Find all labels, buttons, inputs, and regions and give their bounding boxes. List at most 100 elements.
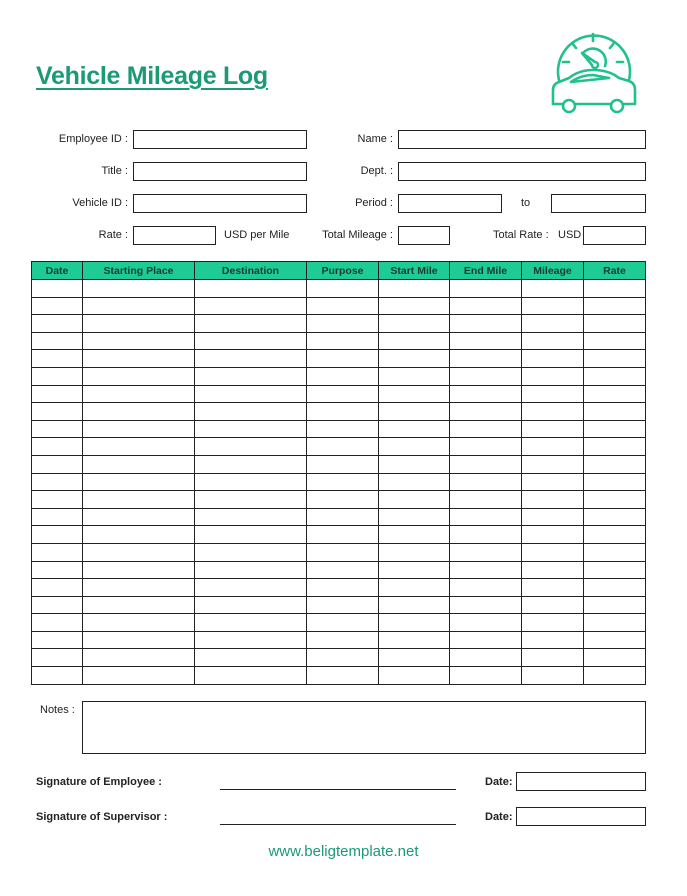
- cell-destination[interactable]: [194, 507, 307, 527]
- cell-end-mile[interactable]: [449, 279, 522, 298]
- cell-end-mile[interactable]: [449, 525, 522, 544]
- cell-rate[interactable]: [583, 560, 646, 580]
- cell-purpose[interactable]: [306, 296, 379, 316]
- cell-rate[interactable]: [583, 314, 646, 333]
- cell-mileage[interactable]: [521, 560, 584, 580]
- cell-date[interactable]: [31, 279, 83, 298]
- cell-mileage[interactable]: [521, 472, 584, 492]
- cell-starting-place[interactable]: [82, 666, 195, 685]
- cell-mileage[interactable]: [521, 490, 584, 509]
- cell-date[interactable]: [31, 648, 83, 668]
- title-field[interactable]: [133, 162, 307, 181]
- cell-purpose[interactable]: [306, 437, 379, 456]
- cell-start-mile[interactable]: [378, 454, 450, 474]
- cell-end-mile[interactable]: [449, 419, 522, 439]
- cell-starting-place[interactable]: [82, 595, 195, 615]
- cell-rate[interactable]: [583, 507, 646, 527]
- cell-purpose[interactable]: [306, 560, 379, 580]
- cell-mileage[interactable]: [521, 437, 584, 456]
- cell-destination[interactable]: [194, 279, 307, 298]
- cell-end-mile[interactable]: [449, 314, 522, 333]
- cell-mileage[interactable]: [521, 296, 584, 316]
- cell-start-mile[interactable]: [378, 331, 450, 351]
- cell-mileage[interactable]: [521, 384, 584, 404]
- cell-purpose[interactable]: [306, 613, 379, 632]
- cell-date[interactable]: [31, 384, 83, 404]
- cell-date[interactable]: [31, 314, 83, 333]
- cell-end-mile[interactable]: [449, 454, 522, 474]
- cell-mileage[interactable]: [521, 613, 584, 632]
- cell-start-mile[interactable]: [378, 402, 450, 421]
- supervisor-signature-line[interactable]: [220, 824, 456, 825]
- cell-starting-place[interactable]: [82, 630, 195, 650]
- cell-start-mile[interactable]: [378, 525, 450, 544]
- cell-end-mile[interactable]: [449, 472, 522, 492]
- cell-end-mile[interactable]: [449, 296, 522, 316]
- cell-purpose[interactable]: [306, 472, 379, 492]
- cell-start-mile[interactable]: [378, 366, 450, 386]
- cell-start-mile[interactable]: [378, 630, 450, 650]
- total-mileage-field[interactable]: [398, 226, 450, 245]
- cell-destination[interactable]: [194, 560, 307, 580]
- cell-date[interactable]: [31, 578, 83, 597]
- cell-rate[interactable]: [583, 595, 646, 615]
- cell-start-mile[interactable]: [378, 542, 450, 562]
- cell-starting-place[interactable]: [82, 454, 195, 474]
- cell-starting-place[interactable]: [82, 613, 195, 632]
- cell-rate[interactable]: [583, 437, 646, 456]
- cell-date[interactable]: [31, 296, 83, 316]
- cell-starting-place[interactable]: [82, 384, 195, 404]
- cell-date[interactable]: [31, 472, 83, 492]
- cell-end-mile[interactable]: [449, 402, 522, 421]
- cell-rate[interactable]: [583, 384, 646, 404]
- cell-rate[interactable]: [583, 366, 646, 386]
- cell-starting-place[interactable]: [82, 472, 195, 492]
- cell-starting-place[interactable]: [82, 648, 195, 668]
- cell-mileage[interactable]: [521, 630, 584, 650]
- cell-rate[interactable]: [583, 296, 646, 316]
- cell-starting-place[interactable]: [82, 419, 195, 439]
- cell-starting-place[interactable]: [82, 402, 195, 421]
- cell-purpose[interactable]: [306, 314, 379, 333]
- cell-rate[interactable]: [583, 472, 646, 492]
- cell-purpose[interactable]: [306, 490, 379, 509]
- cell-starting-place[interactable]: [82, 525, 195, 544]
- cell-start-mile[interactable]: [378, 560, 450, 580]
- cell-end-mile[interactable]: [449, 613, 522, 632]
- cell-purpose[interactable]: [306, 419, 379, 439]
- cell-start-mile[interactable]: [378, 419, 450, 439]
- cell-destination[interactable]: [194, 648, 307, 668]
- cell-starting-place[interactable]: [82, 331, 195, 351]
- cell-rate[interactable]: [583, 419, 646, 439]
- cell-purpose[interactable]: [306, 384, 379, 404]
- cell-purpose[interactable]: [306, 279, 379, 298]
- cell-end-mile[interactable]: [449, 384, 522, 404]
- employee-id-field[interactable]: [133, 130, 307, 149]
- cell-mileage[interactable]: [521, 314, 584, 333]
- cell-end-mile[interactable]: [449, 542, 522, 562]
- cell-end-mile[interactable]: [449, 507, 522, 527]
- cell-starting-place[interactable]: [82, 490, 195, 509]
- cell-mileage[interactable]: [521, 349, 584, 368]
- footer-website[interactable]: www.beligtemplate.net: [0, 843, 687, 860]
- cell-rate[interactable]: [583, 648, 646, 668]
- cell-rate[interactable]: [583, 525, 646, 544]
- total-rate-field[interactable]: [583, 226, 646, 245]
- cell-mileage[interactable]: [521, 454, 584, 474]
- supervisor-date-field[interactable]: [516, 807, 646, 826]
- cell-end-mile[interactable]: [449, 366, 522, 386]
- cell-rate[interactable]: [583, 630, 646, 650]
- cell-end-mile[interactable]: [449, 666, 522, 685]
- cell-start-mile[interactable]: [378, 666, 450, 685]
- cell-purpose[interactable]: [306, 402, 379, 421]
- cell-start-mile[interactable]: [378, 279, 450, 298]
- cell-start-mile[interactable]: [378, 578, 450, 597]
- cell-purpose[interactable]: [306, 454, 379, 474]
- cell-destination[interactable]: [194, 666, 307, 685]
- cell-mileage[interactable]: [521, 595, 584, 615]
- cell-destination[interactable]: [194, 331, 307, 351]
- cell-destination[interactable]: [194, 419, 307, 439]
- cell-rate[interactable]: [583, 402, 646, 421]
- cell-start-mile[interactable]: [378, 437, 450, 456]
- cell-destination[interactable]: [194, 314, 307, 333]
